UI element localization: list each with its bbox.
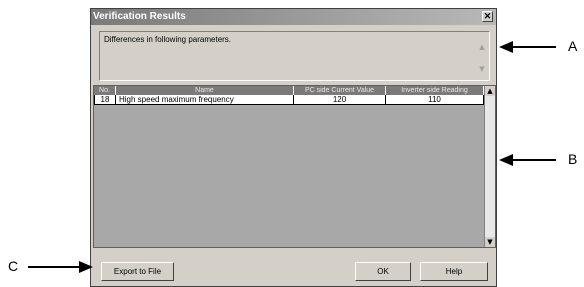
- callout-c-line: [28, 266, 80, 268]
- column-header-no: No.: [94, 86, 116, 95]
- callout-b-label: B: [568, 151, 578, 167]
- message-text: Differences in following parameters.: [104, 35, 232, 44]
- table-scrollbar[interactable]: ▲ ▼: [484, 86, 495, 247]
- table-row[interactable]: 18 High speed maximum frequency 120 110: [94, 95, 484, 105]
- scroll-up-arrow-icon[interactable]: ▲: [485, 86, 495, 96]
- export-to-file-button[interactable]: Export to File: [101, 262, 174, 281]
- cell-pc-value: 120: [294, 95, 386, 105]
- cell-name: High speed maximum frequency: [116, 95, 294, 105]
- scroll-down-arrow-icon[interactable]: ▼: [485, 237, 495, 247]
- table-header: No. Name PC side Current Value Inverter …: [94, 86, 484, 95]
- message-scrollbar[interactable]: ▲ ▼: [477, 34, 487, 78]
- dialog-titlebar: Verification Results ✕: [91, 9, 496, 25]
- column-header-name: Name: [116, 86, 294, 95]
- dialog-title: Verification Results: [93, 11, 186, 22]
- callout-c-label: C: [8, 258, 19, 274]
- help-button[interactable]: Help: [420, 262, 488, 281]
- message-box: Differences in following parameters. ▲ ▼: [99, 31, 490, 81]
- callout-b-arrowhead: [499, 154, 513, 166]
- callout-a-label: A: [568, 38, 578, 54]
- cell-inverter-value: 110: [386, 95, 484, 105]
- column-header-pc-value: PC side Current Value: [294, 86, 386, 95]
- callout-a-arrowhead: [499, 41, 513, 53]
- scroll-down-arrow-icon[interactable]: ▼: [477, 64, 487, 74]
- callout-a-line: [512, 46, 556, 48]
- cell-no: 18: [94, 95, 116, 105]
- scroll-up-arrow-icon[interactable]: ▲: [477, 42, 487, 52]
- results-table: No. Name PC side Current Value Inverter …: [93, 85, 496, 248]
- ok-button[interactable]: OK: [355, 262, 411, 281]
- close-icon[interactable]: ✕: [482, 11, 493, 22]
- column-header-inverter-value: Inverter side Reading: [386, 86, 484, 95]
- callout-c-arrowhead: [79, 261, 93, 273]
- callout-b-line: [512, 159, 556, 161]
- verification-results-dialog: Verification Results ✕ Differences in fo…: [90, 8, 497, 287]
